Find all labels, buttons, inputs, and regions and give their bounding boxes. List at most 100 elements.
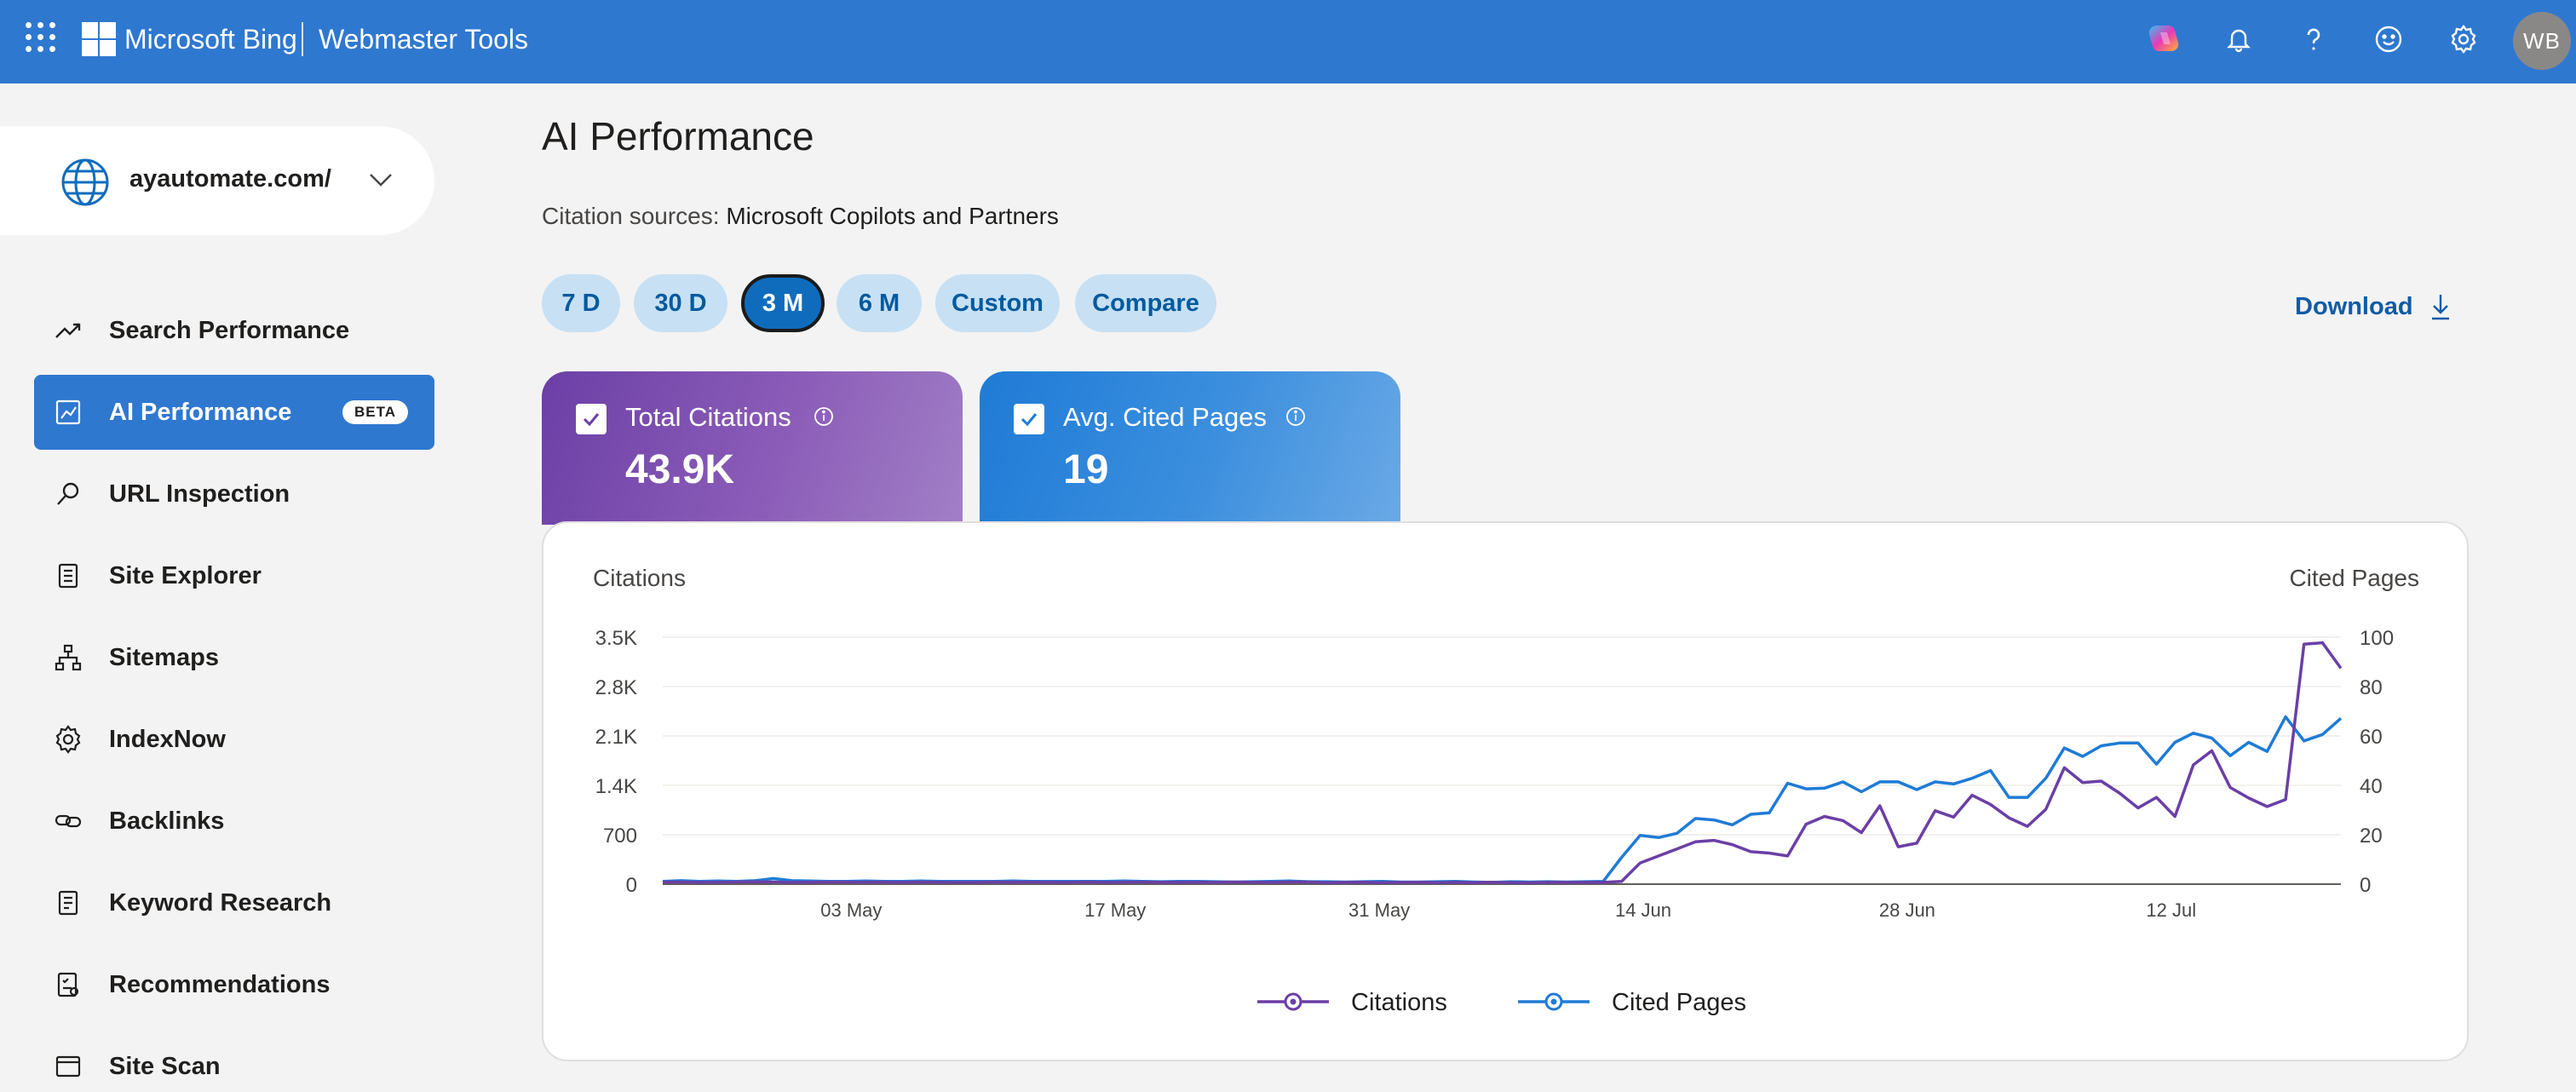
chart-panel: Citations Cited Pages 3.5K 100 2.8K 80 2.1K 60 1…	[542, 521, 2469, 1061]
y-left-tick-label: 3.5K	[595, 627, 637, 650]
checkmark-icon	[1021, 413, 1038, 427]
info-icon[interactable]	[813, 405, 835, 428]
sidebar-item-recommendations[interactable]: Recommendations	[34, 947, 434, 1022]
range-custom-button[interactable]: Custom	[935, 274, 1060, 332]
y-left-tick-label: 0	[626, 874, 637, 897]
y-right-tick-label: 0	[2360, 874, 2371, 897]
beta-badge: BETA	[342, 400, 409, 424]
range-30d-button[interactable]: 30 D	[634, 274, 727, 332]
sidebar-item-label: Search Performance	[109, 317, 350, 344]
range-7d-button[interactable]: 7 D	[542, 274, 620, 332]
citation-sources-value: Microsoft Copilots and Partners	[726, 203, 1059, 229]
series-line-citations	[663, 641, 2343, 885]
download-button[interactable]: Download	[2295, 291, 2452, 322]
help-icon[interactable]	[2295, 20, 2332, 58]
x-tick-label: 03 May	[820, 899, 882, 921]
sidebar-item-label: URL Inspection	[109, 480, 290, 508]
citation-sources-label: Citation sources:	[542, 203, 720, 229]
sidebar-item-ai-performance[interactable]: AI Performance BETA	[34, 375, 434, 450]
sidebar-item-indexnow[interactable]: IndexNow	[34, 702, 434, 777]
y-left-tick-label: 2.1K	[595, 726, 637, 749]
sidebar-item-label: Site Explorer	[109, 562, 262, 589]
ai-chart-icon	[55, 399, 81, 425]
site-name: ayautomate.com/	[129, 165, 331, 193]
sidebar-item-label: Keyword Research	[109, 889, 332, 917]
avg-cited-pages-value: 19	[1063, 447, 1109, 492]
apps-waffle-icon[interactable]	[26, 22, 56, 53]
legend-marker-dot	[1290, 998, 1297, 1005]
sitemap-tree-icon	[55, 644, 82, 671]
feedback-smiley-icon[interactable]	[2370, 20, 2407, 58]
copilot-icon[interactable]	[2145, 20, 2182, 58]
sidebar-item-sitemaps[interactable]: Sitemaps	[34, 620, 434, 695]
brand-divider	[302, 22, 303, 56]
sidebar-item-url-inspection[interactable]: URL Inspection	[34, 457, 434, 532]
gear-outline-icon	[55, 725, 81, 754]
sidebar-item-label: Sitemaps	[109, 644, 219, 671]
x-tick-label: 12 Jul	[2146, 899, 2196, 921]
y-left-tick-label: 700	[603, 825, 637, 848]
sidebar-item-search-performance[interactable]: Search Performance	[34, 293, 434, 368]
download-label: Download	[2295, 293, 2413, 320]
legend-marker-dot	[1550, 998, 1557, 1005]
citation-sources: Citation sources: Microsoft Copilots and…	[542, 201, 1059, 232]
sidebar-item-label: Site Scan	[109, 1053, 221, 1080]
y-right-tick-label: 40	[2360, 775, 2383, 798]
trend-up-icon	[55, 323, 81, 338]
performance-chart[interactable]: Citations Cited Pages 3.5K 100 2.8K 80 2.1K 60 1…	[543, 523, 2470, 1063]
sidebar-item-label: AI Performance	[109, 399, 292, 426]
gear-icon[interactable]	[2445, 20, 2482, 58]
chevron-down-icon[interactable]	[366, 165, 395, 194]
y-right-tick-label: 20	[2360, 825, 2383, 848]
document-list-icon	[58, 563, 78, 589]
sidebar-item-site-scan[interactable]: Site Scan	[34, 1029, 434, 1092]
compare-button[interactable]: Compare	[1075, 274, 1216, 332]
y-right-tick-label: 60	[2360, 726, 2383, 749]
avatar[interactable]: WB	[2513, 12, 2571, 70]
info-icon[interactable]	[1285, 405, 1307, 428]
legend-label: Citations	[1351, 989, 1447, 1016]
sidebar-item-label: Recommendations	[109, 971, 331, 998]
scan-icon	[55, 1055, 81, 1078]
avg-cited-pages-card[interactable]: Avg. Cited Pages 19	[980, 371, 1400, 525]
y-right-tick-label: 100	[2360, 627, 2394, 650]
product-name[interactable]: Webmaster Tools	[319, 22, 528, 56]
x-tick-label: 14 Jun	[1615, 899, 1671, 921]
avg-cited-pages-label: Avg. Cited Pages	[1063, 402, 1267, 432]
bell-icon[interactable]	[2220, 20, 2257, 58]
total-citations-value: 43.9K	[625, 447, 735, 492]
total-citations-label: Total Citations	[625, 402, 791, 432]
legend-label: Cited Pages	[1612, 989, 1746, 1016]
series-line-cited-pages	[662, 715, 2343, 884]
y-left-tick-label: 2.8K	[595, 676, 637, 699]
range-6m-button[interactable]: 6 M	[837, 274, 922, 332]
y-left-tick-label: 1.4K	[595, 775, 637, 798]
x-tick-label: 31 May	[1348, 899, 1410, 921]
sidebar-item-site-explorer[interactable]: Site Explorer	[34, 538, 434, 613]
top-bar: Microsoft Bing Webmaster Tools WB	[0, 0, 2576, 83]
sidebar-item-keyword-research[interactable]: Keyword Research	[34, 865, 434, 940]
globe-icon	[61, 158, 109, 206]
total-citations-checkbox[interactable]	[576, 404, 607, 434]
page-title: AI Performance	[542, 114, 814, 158]
sidebar-item-label: Backlinks	[109, 808, 225, 835]
x-tick-label: 17 May	[1084, 899, 1146, 921]
magnifier-icon	[57, 482, 79, 505]
notes-icon	[58, 890, 78, 916]
total-citations-card[interactable]: Total Citations 43.9K	[542, 371, 963, 525]
checklist-icon	[57, 972, 79, 997]
range-3m-button[interactable]: 3 M	[741, 274, 825, 332]
x-tick-label: 28 Jun	[1879, 899, 1935, 921]
microsoft-logo-icon	[82, 22, 116, 56]
download-arrow-icon	[2431, 295, 2449, 320]
y-axis-left-title: Citations	[593, 565, 686, 591]
checkmark-icon	[583, 413, 600, 427]
sidebar-item-backlinks[interactable]: Backlinks	[34, 784, 434, 859]
avg-cited-pages-checkbox[interactable]	[1014, 404, 1044, 434]
y-axis-right-title: Cited Pages	[2289, 565, 2419, 591]
site-selector[interactable]: ayautomate.com/	[0, 126, 434, 235]
y-right-tick-label: 80	[2360, 676, 2383, 699]
brand-name[interactable]: Microsoft Bing	[124, 22, 297, 56]
sidebar-item-label: IndexNow	[109, 726, 226, 753]
link-icon	[55, 814, 82, 828]
